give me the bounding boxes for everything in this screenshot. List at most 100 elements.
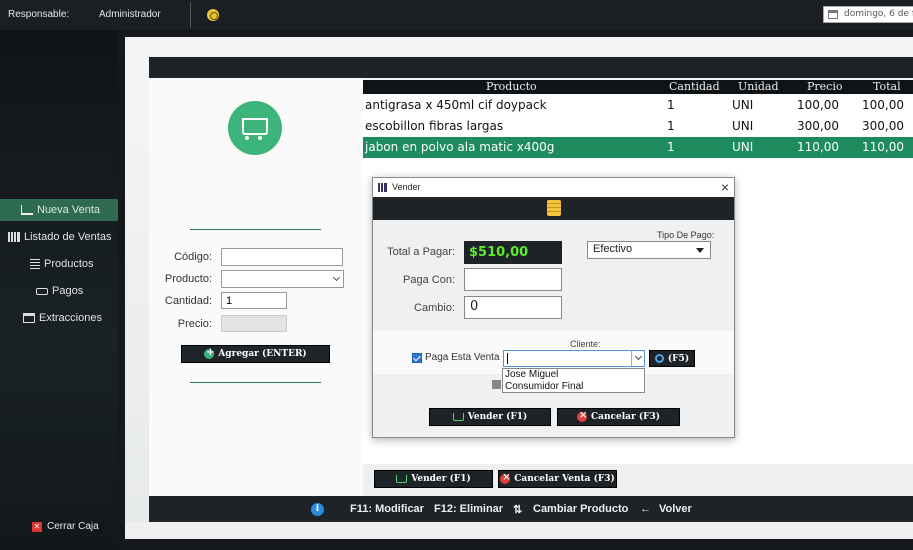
tipo-pago-label: Tipo De Pago: (657, 230, 715, 240)
date-value: domingo, 6 de febre (844, 9, 913, 19)
shortcut-eliminar[interactable]: F12: Eliminar (434, 503, 503, 515)
window-footer (125, 522, 913, 539)
cancelar-venta-button[interactable]: Cancelar Venta (F3) (498, 470, 617, 488)
table-row[interactable]: escobillon fibras largas 1 UNI 300,00 30… (363, 116, 913, 137)
responsable-value: Administrador (99, 9, 161, 20)
cell-total: 110,00 (862, 140, 904, 154)
divider (190, 382, 321, 383)
cliente-dropdown: Jose Miguel Consumidor Final (502, 368, 645, 393)
close-icon: ✕ (32, 521, 42, 532)
cancel-icon (500, 472, 511, 484)
paga-esta-venta-checkbox[interactable] (412, 353, 422, 363)
precio-label: Precio: (177, 318, 212, 330)
arrow-left-icon: ← (640, 503, 651, 515)
add-button[interactable]: Agregar (ENTER) (181, 345, 330, 363)
producto-label: Producto: (164, 273, 212, 285)
sidebar: Nueva Venta Listado de Ventas Productos … (0, 30, 118, 550)
date-picker[interactable]: domingo, 6 de febre (823, 6, 913, 23)
payment-icon (36, 287, 48, 295)
divider (190, 2, 191, 28)
cantidad-input[interactable] (221, 292, 287, 309)
dialog-vender-button[interactable]: Vender (F1) (429, 408, 551, 426)
chart-icon (8, 232, 20, 242)
producto-select[interactable] (221, 270, 344, 288)
list-item[interactable]: Jose Miguel (505, 369, 558, 380)
cambio-label: Cambio: (414, 302, 455, 314)
dialog-titlebar: Vender × (373, 178, 734, 197)
top-bar: Responsable: Administrador domingo, 6 de… (0, 0, 913, 30)
sidebar-item-label: Nueva Venta (37, 204, 100, 216)
refresh-icon[interactable] (207, 9, 219, 21)
total-value: $510,00 (464, 241, 562, 264)
tipo-pago-select[interactable]: Efectivo (587, 241, 711, 259)
table-row-selected[interactable]: jabon en polvo ala matic x400g 1 UNI 110… (363, 137, 913, 158)
column-header: Producto (486, 80, 537, 93)
sidebar-item-listado-ventas[interactable]: Listado de Ventas (0, 226, 118, 248)
sidebar-item-label: Pagos (52, 285, 84, 297)
precio-input (221, 315, 287, 332)
cart-icon (396, 475, 408, 483)
box-icon (23, 313, 35, 323)
cell-producto: escobillon fibras largas (365, 119, 504, 133)
dialog-title: Vender (392, 182, 421, 192)
search-cliente-button[interactable]: (F5) (649, 350, 695, 367)
cambio-field: 0 (464, 296, 562, 319)
checkbox[interactable] (492, 380, 501, 389)
shortcut-bar: i F11: Modificar F12: Eliminar ⇅ Cambiar… (149, 496, 913, 522)
cell-cantidad: 1 (667, 98, 675, 112)
cell-producto: antigrasa x 450ml cif doypack (365, 98, 547, 112)
paga-esta-venta-label: Paga Esta Venta (425, 352, 500, 363)
list-item[interactable]: Consumidor Final (505, 381, 583, 392)
plus-icon (204, 347, 215, 359)
cliente-combobox[interactable] (503, 350, 645, 367)
chart-icon (378, 183, 387, 192)
window-header (149, 57, 913, 78)
cerrar-caja-button[interactable]: ✕ Cerrar Caja (32, 521, 99, 532)
search-icon (654, 354, 664, 363)
cell-total: 100,00 (862, 98, 904, 112)
cell-precio: 110,00 (797, 140, 839, 154)
cell-unidad: UNI (732, 119, 754, 133)
cell-cantidad: 1 (667, 119, 675, 133)
cliente-label: Cliente: (570, 339, 601, 349)
shortcut-modificar[interactable]: F11: Modificar (350, 503, 424, 515)
sidebar-item-label: Productos (44, 258, 94, 270)
list-icon (30, 259, 40, 269)
cancel-icon (576, 410, 587, 422)
cart-icon (21, 205, 33, 215)
close-icon[interactable]: × (721, 178, 729, 197)
paga-con-label: Paga Con: (403, 274, 455, 286)
coins-icon (547, 200, 561, 216)
vender-dialog: Vender × Total a Pagar: $510,00 Paga Con… (372, 177, 735, 438)
table-row[interactable]: antigrasa x 450ml cif doypack 1 UNI 100,… (363, 95, 913, 116)
table-header: Producto Cantidad Unidad Precio Total (363, 80, 913, 94)
sidebar-item-extracciones[interactable]: Extracciones (0, 307, 118, 329)
column-header: Cantidad (669, 80, 720, 93)
column-header: Unidad (738, 80, 779, 93)
sidebar-item-pagos[interactable]: Pagos (0, 280, 118, 302)
responsable-label: Responsable: (8, 9, 70, 20)
shortcut-volver[interactable]: Volver (659, 503, 692, 515)
paga-con-input[interactable] (464, 268, 562, 291)
dialog-header (373, 197, 734, 220)
swap-icon: ⇅ (513, 504, 523, 516)
chevron-down-icon (696, 248, 704, 253)
info-icon[interactable]: i (311, 503, 324, 516)
cell-producto: jabon en polvo ala matic x400g (365, 140, 555, 154)
sidebar-item-productos[interactable]: Productos (0, 253, 118, 275)
cart-icon (228, 101, 282, 155)
cell-precio: 100,00 (797, 98, 839, 112)
sidebar-item-nueva-venta[interactable]: Nueva Venta (0, 199, 118, 221)
chevron-down-icon[interactable] (631, 351, 644, 366)
cell-unidad: UNI (732, 98, 754, 112)
shortcut-cambiar-producto[interactable]: Cambiar Producto (533, 503, 628, 515)
vender-button[interactable]: Vender (F1) (374, 470, 493, 488)
codigo-input[interactable] (221, 248, 343, 266)
dialog-cancelar-button[interactable]: Cancelar (F3) (557, 408, 680, 426)
chevron-down-icon (332, 273, 341, 282)
total-label: Total a Pagar: (387, 246, 455, 258)
window-border (125, 57, 149, 539)
add-button-label: Agregar (ENTER) (218, 349, 307, 359)
codigo-label: Código: (174, 251, 212, 263)
cell-precio: 300,00 (797, 119, 839, 133)
